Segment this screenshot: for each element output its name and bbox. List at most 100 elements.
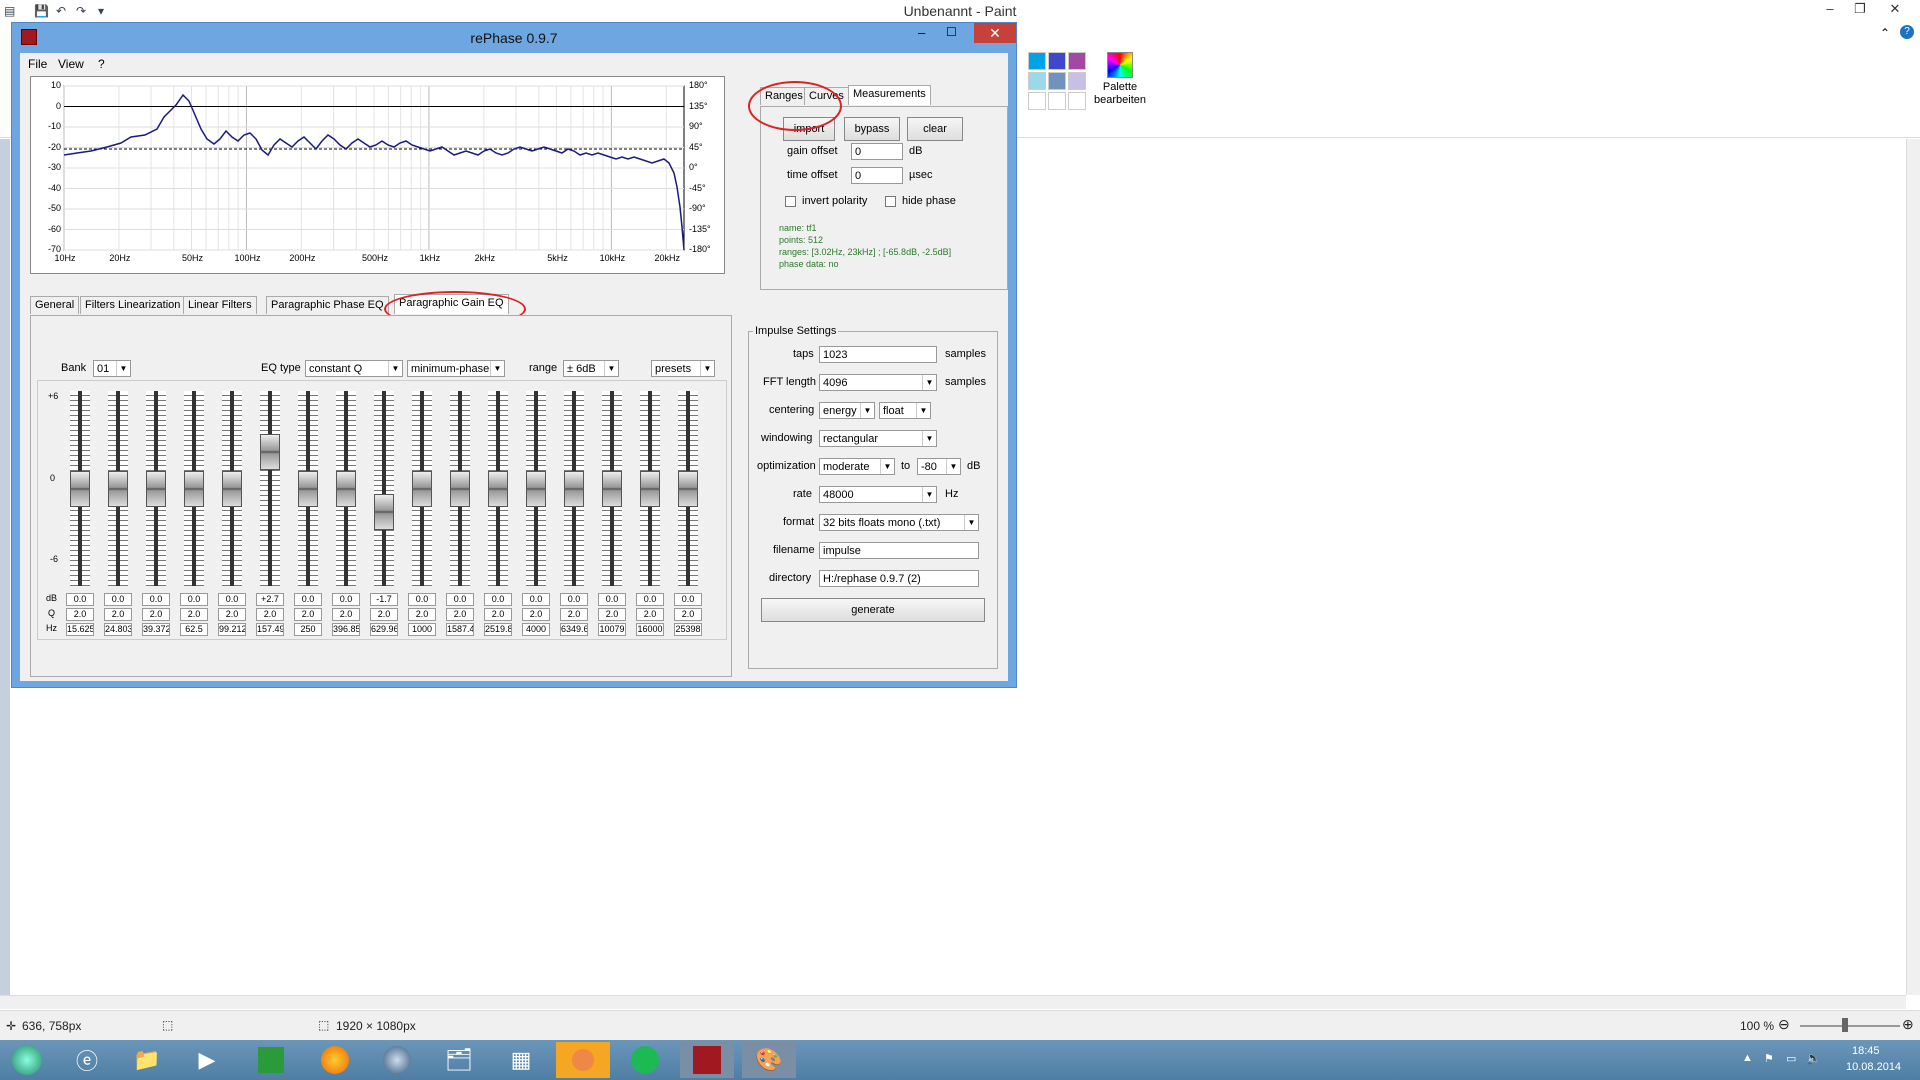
tab-general[interactable]: General <box>30 296 80 314</box>
band-q-value[interactable]: 2.0 <box>218 608 246 621</box>
tab-paragraphic-phase-eq[interactable]: Paragraphic Phase EQ <box>266 296 389 314</box>
gain-fader[interactable] <box>408 391 436 586</box>
fader-knob[interactable] <box>488 470 508 507</box>
band-q-value[interactable]: 2.0 <box>674 608 702 621</box>
generate-button[interactable]: generate <box>761 598 985 622</box>
band-q-value[interactable]: 2.0 <box>484 608 512 621</box>
presets-select[interactable]: presets ▼ <box>651 360 715 377</box>
bypass-button[interactable]: bypass <box>844 117 900 141</box>
windowing-select[interactable]: rectangular ▼ <box>819 430 937 447</box>
menu-view[interactable]: View <box>58 57 84 71</box>
band-db-value[interactable]: 0.0 <box>408 593 436 606</box>
media-player-icon[interactable]: ▶ <box>180 1042 234 1078</box>
filename-input[interactable]: impulse <box>819 542 979 559</box>
gain-fader[interactable] <box>142 391 170 586</box>
band-hz-value[interactable]: 99.212 <box>218 623 246 636</box>
gain-offset-input[interactable]: 0 <box>851 143 903 160</box>
tab-linear-filters[interactable]: Linear Filters <box>183 296 257 314</box>
document-app-icon[interactable]: ▦ <box>494 1042 548 1078</box>
rephase-taskbar-icon[interactable] <box>680 1042 734 1078</box>
band-q-value[interactable]: 2.0 <box>522 608 550 621</box>
range-select[interactable]: ± 6dB ▼ <box>563 360 619 377</box>
fader-knob[interactable] <box>298 470 318 507</box>
gain-fader[interactable] <box>294 391 322 586</box>
band-db-value[interactable]: 0.0 <box>142 593 170 606</box>
gain-fader[interactable] <box>256 391 284 586</box>
edit-palette-button[interactable]: Palette bearbeiten <box>1092 52 1148 122</box>
bank-select[interactable]: 01 ▼ <box>93 360 131 377</box>
network-icon[interactable]: ▭ <box>1786 1052 1796 1065</box>
spotify-icon[interactable] <box>618 1042 672 1078</box>
clear-button[interactable]: clear <box>907 117 963 141</box>
directory-input[interactable]: H:/rephase 0.9.7 (2) <box>819 570 979 587</box>
band-db-value[interactable]: 0.0 <box>218 593 246 606</box>
band-hz-value[interactable]: 25398 <box>674 623 702 636</box>
palette-color-6[interactable] <box>1068 72 1086 90</box>
band-q-value[interactable]: 2.0 <box>256 608 284 621</box>
palette-color-8[interactable] <box>1048 92 1066 110</box>
gain-fader[interactable] <box>636 391 664 586</box>
maximize-button[interactable]: ❐ <box>1845 1 1875 17</box>
eq-type-select[interactable]: constant Q ▼ <box>305 360 403 377</box>
palette-color-7[interactable] <box>1028 92 1046 110</box>
flag-icon[interactable]: ⚑ <box>1764 1052 1774 1065</box>
gain-fader[interactable] <box>598 391 626 586</box>
tray-expand-icon[interactable]: ▲ <box>1742 1052 1753 1064</box>
band-hz-value[interactable]: 39.372 <box>142 623 170 636</box>
thunderbird-icon[interactable] <box>370 1042 424 1078</box>
zoom-slider[interactable] <box>1800 1025 1900 1027</box>
band-hz-value[interactable]: 396.85 <box>332 623 360 636</box>
band-hz-value[interactable]: 157.49 <box>256 623 284 636</box>
fader-knob[interactable] <box>412 470 432 507</box>
internet-explorer-icon[interactable]: ⓔ <box>60 1042 114 1078</box>
minimize-button[interactable]: – <box>1815 1 1845 16</box>
band-hz-value[interactable]: 15.625 <box>66 623 94 636</box>
menu-file[interactable]: File <box>28 57 47 71</box>
band-q-value[interactable]: 2.0 <box>560 608 588 621</box>
orange-app-icon[interactable] <box>556 1042 610 1078</box>
hide-phase-checkbox[interactable] <box>885 196 896 207</box>
clock-date[interactable]: 10.08.2014 <box>1846 1061 1901 1073</box>
fader-knob[interactable] <box>374 493 394 530</box>
phase-type-select[interactable]: minimum-phase ▼ <box>407 360 505 377</box>
fader-knob[interactable] <box>640 470 660 507</box>
rephase-minimize-button[interactable]: – <box>918 25 925 40</box>
gain-fader[interactable] <box>674 391 702 586</box>
band-q-value[interactable]: 2.0 <box>446 608 474 621</box>
paint-taskbar-icon[interactable]: 🎨 <box>742 1042 796 1078</box>
band-db-value[interactable]: 0.0 <box>332 593 360 606</box>
palette-color-9[interactable] <box>1068 92 1086 110</box>
fader-knob[interactable] <box>602 470 622 507</box>
start-button-icon[interactable] <box>0 1042 54 1078</box>
band-hz-value[interactable]: 62.5 <box>180 623 208 636</box>
band-db-value[interactable]: 0.0 <box>598 593 626 606</box>
band-db-value[interactable]: 0.0 <box>560 593 588 606</box>
band-q-value[interactable]: 2.0 <box>598 608 626 621</box>
ribbon-collapse-icon[interactable]: ⌃ <box>1880 26 1890 40</box>
clock-time[interactable]: 18:45 <box>1852 1045 1880 1057</box>
optimization-db-select[interactable]: -80 ▼ <box>917 458 961 475</box>
zoom-out-icon[interactable]: ⊖ <box>1778 1016 1790 1033</box>
gain-fader[interactable] <box>66 391 94 586</box>
gain-fader[interactable] <box>332 391 360 586</box>
help-icon[interactable]: ? <box>1900 25 1914 39</box>
gain-fader[interactable] <box>370 391 398 586</box>
firefox-icon[interactable] <box>308 1042 362 1078</box>
fader-knob[interactable] <box>260 433 280 470</box>
band-db-value[interactable]: 0.0 <box>66 593 94 606</box>
fader-knob[interactable] <box>450 470 470 507</box>
gain-fader[interactable] <box>522 391 550 586</box>
fader-knob[interactable] <box>184 470 204 507</box>
gain-fader[interactable] <box>218 391 246 586</box>
invert-polarity-checkbox[interactable] <box>785 196 796 207</box>
band-db-value[interactable]: -1.7 <box>370 593 398 606</box>
fader-knob[interactable] <box>108 470 128 507</box>
band-q-value[interactable]: 2.0 <box>104 608 132 621</box>
band-q-value[interactable]: 2.0 <box>332 608 360 621</box>
band-q-value[interactable]: 2.0 <box>370 608 398 621</box>
gain-fader[interactable] <box>446 391 474 586</box>
tab-measurements[interactable]: Measurements <box>848 85 931 105</box>
band-hz-value[interactable]: 24.803 <box>104 623 132 636</box>
band-hz-value[interactable]: 1587.4 <box>446 623 474 636</box>
palette-color-2[interactable] <box>1048 52 1066 70</box>
